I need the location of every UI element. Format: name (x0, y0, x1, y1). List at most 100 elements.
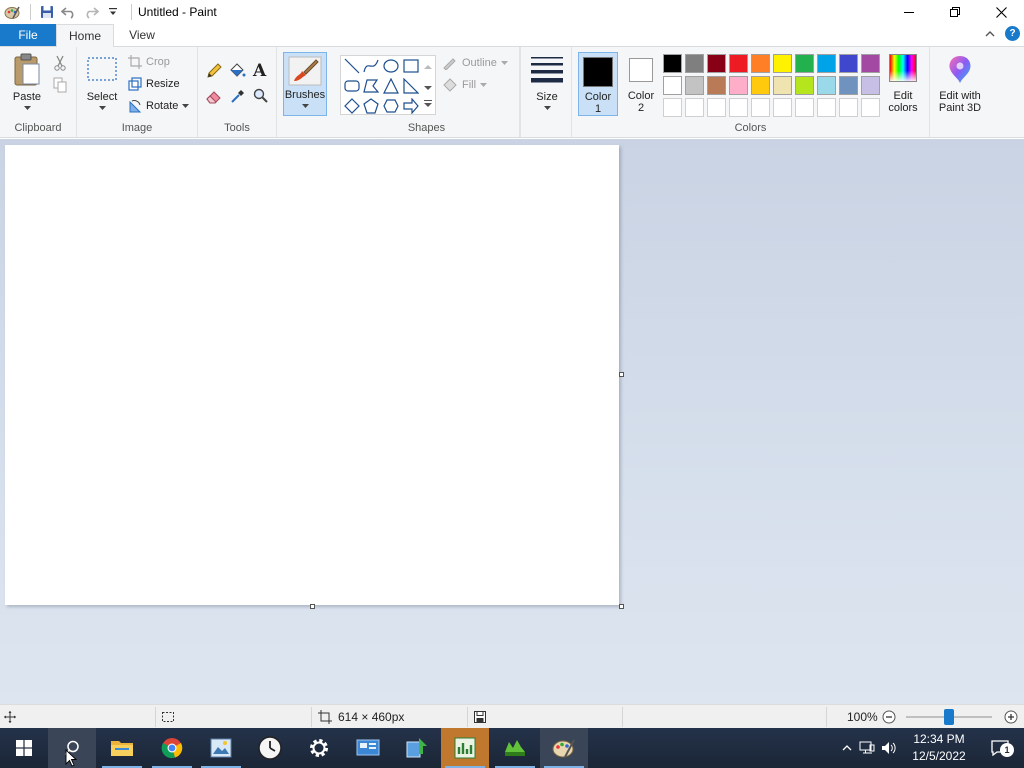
palette-color-swatch[interactable] (685, 54, 704, 73)
custom-color-slot[interactable] (707, 98, 726, 117)
rotate-button[interactable]: Rotate (128, 96, 190, 116)
tab-file[interactable]: File (0, 24, 56, 46)
right-arrow-shape-icon[interactable] (402, 97, 420, 115)
search-button[interactable] (48, 728, 96, 768)
minimize-ribbon-chevron-icon[interactable] (985, 27, 995, 41)
color2-button[interactable]: Color 2 (622, 52, 660, 116)
taskbar-settings[interactable] (295, 728, 343, 768)
undo-icon[interactable] (59, 2, 79, 22)
shapes-scroll-down-icon[interactable] (424, 80, 432, 94)
oval-shape-icon[interactable] (382, 57, 400, 75)
taskbar-network-app[interactable] (393, 728, 441, 768)
help-icon[interactable]: ? (1005, 26, 1020, 41)
triangle-shape-icon[interactable] (382, 77, 400, 95)
save-icon[interactable] (37, 2, 57, 22)
text-tool-icon[interactable]: A (253, 61, 266, 81)
canvas-resize-handle-right[interactable] (619, 372, 624, 377)
shapes-expand-icon[interactable] (424, 98, 432, 112)
line-shape-icon[interactable] (343, 57, 361, 75)
palette-color-swatch[interactable] (861, 76, 880, 95)
color-picker-icon[interactable] (229, 87, 247, 108)
custom-color-slot[interactable] (795, 98, 814, 117)
zoom-in-button[interactable] (1004, 705, 1018, 729)
custom-color-slot[interactable] (817, 98, 836, 117)
minimize-button[interactable] (886, 0, 932, 24)
shapes-scroll-up-icon[interactable] (424, 59, 432, 73)
palette-color-swatch[interactable] (663, 76, 682, 95)
volume-icon[interactable] (878, 741, 900, 755)
curve-shape-icon[interactable] (362, 57, 380, 75)
crop-button[interactable]: Crop (128, 52, 170, 72)
palette-color-swatch[interactable] (707, 54, 726, 73)
taskbar-file-explorer[interactable] (98, 728, 146, 768)
canvas-resize-handle-corner[interactable] (619, 604, 624, 609)
tab-view[interactable]: View (114, 24, 170, 46)
taskbar-clock-app[interactable] (246, 728, 294, 768)
edit-with-paint3d-button[interactable]: Edit with Paint 3D (932, 54, 988, 114)
palette-color-swatch[interactable] (773, 76, 792, 95)
custom-color-slot[interactable] (729, 98, 748, 117)
paste-button[interactable]: Paste (6, 53, 48, 111)
palette-color-swatch[interactable] (839, 54, 858, 73)
taskbar-control-panel[interactable] (344, 728, 392, 768)
palette-color-swatch[interactable] (729, 76, 748, 95)
pentagon-shape-icon[interactable] (362, 97, 380, 115)
size-button[interactable]: Size (527, 55, 567, 111)
network-icon[interactable] (856, 741, 878, 755)
canvas-resize-handle-bottom[interactable] (310, 604, 315, 609)
custom-color-slot[interactable] (861, 98, 880, 117)
rounded-rectangle-shape-icon[interactable] (343, 77, 361, 95)
taskbar-chrome[interactable] (148, 728, 196, 768)
drawing-canvas[interactable] (5, 145, 619, 605)
brushes-button[interactable]: Brushes (283, 52, 327, 116)
custom-color-slot[interactable] (685, 98, 704, 117)
edit-colors-button[interactable]: Edit colors (882, 54, 924, 114)
polygon-shape-icon[interactable] (362, 77, 380, 95)
palette-color-swatch[interactable] (817, 76, 836, 95)
custom-color-slot[interactable] (751, 98, 770, 117)
fill-button[interactable]: Fill (442, 75, 488, 95)
resize-button[interactable]: Resize (128, 74, 180, 94)
action-center-button[interactable]: 1 (976, 728, 1024, 768)
custom-color-slot[interactable] (663, 98, 682, 117)
right-triangle-shape-icon[interactable] (402, 77, 420, 95)
canvas-work-area[interactable] (0, 139, 1024, 704)
palette-color-swatch[interactable] (839, 76, 858, 95)
palette-color-swatch[interactable] (861, 54, 880, 73)
palette-color-swatch[interactable] (729, 54, 748, 73)
rectangle-shape-icon[interactable] (402, 57, 420, 75)
palette-color-swatch[interactable] (751, 54, 770, 73)
restore-button[interactable] (932, 0, 978, 24)
copy-icon[interactable] (52, 77, 68, 93)
zoom-out-button[interactable] (882, 705, 896, 729)
palette-color-swatch[interactable] (663, 54, 682, 73)
pencil-icon[interactable] (205, 62, 223, 83)
customize-qat-chevron-icon[interactable] (103, 2, 123, 22)
palette-color-swatch[interactable] (707, 76, 726, 95)
color1-button[interactable]: Color 1 (578, 52, 618, 116)
hexagon-shape-icon[interactable] (382, 97, 400, 115)
diamond-shape-icon[interactable] (343, 97, 361, 115)
custom-color-slot[interactable] (839, 98, 858, 117)
start-button[interactable] (0, 728, 48, 768)
outline-button[interactable]: Outline (442, 53, 508, 73)
taskbar-gaming-app[interactable] (491, 728, 539, 768)
tab-home[interactable]: Home (56, 24, 114, 47)
cut-icon[interactable] (52, 55, 68, 71)
zoom-slider-thumb[interactable] (944, 709, 954, 725)
eraser-icon[interactable] (205, 87, 223, 108)
palette-color-swatch[interactable] (751, 76, 770, 95)
taskbar-paint[interactable] (540, 728, 588, 768)
palette-color-swatch[interactable] (795, 54, 814, 73)
redo-icon[interactable] (81, 2, 101, 22)
palette-color-swatch[interactable] (773, 54, 792, 73)
close-button[interactable] (978, 0, 1024, 24)
taskbar-spreadsheet-app[interactable] (441, 728, 489, 768)
custom-color-slot[interactable] (773, 98, 792, 117)
paint-app-icon[interactable] (2, 2, 22, 22)
taskbar-photo-app[interactable] (197, 728, 245, 768)
select-button[interactable]: Select (82, 55, 122, 111)
magnifier-icon[interactable] (252, 87, 270, 108)
taskbar-clock[interactable]: 12:34 PM 12/5/2022 (906, 731, 972, 765)
palette-color-swatch[interactable] (685, 76, 704, 95)
